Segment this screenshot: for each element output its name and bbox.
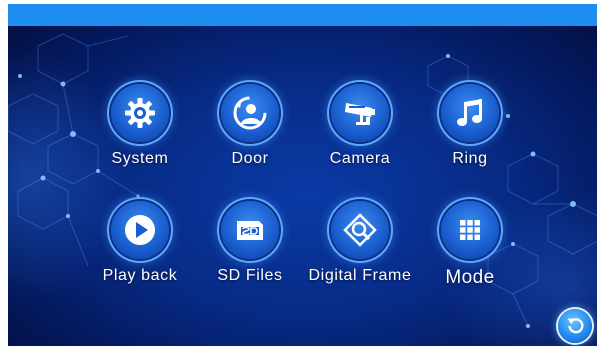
play-icon — [111, 201, 169, 259]
system-label: System — [111, 150, 169, 167]
sd-files-menu-item[interactable]: SD Files — [190, 201, 310, 285]
music-note-icon — [441, 84, 499, 142]
digital-frame-menu-item[interactable]: Digital Frame — [300, 201, 420, 285]
camera-menu-item[interactable]: Camera — [300, 84, 420, 168]
playback-label: Play back — [102, 267, 178, 284]
sd-files-label: SD Files — [217, 267, 283, 284]
grid-icon — [441, 201, 499, 259]
back-button[interactable] — [558, 309, 592, 343]
camera-label: Camera — [329, 150, 391, 167]
main-menu-screen: System Door Camera Ring Play back SD Fil… — [8, 26, 597, 346]
mode-label: Mode — [445, 267, 495, 288]
playback-menu-item[interactable]: Play back — [80, 201, 200, 285]
sd-card-icon — [221, 201, 279, 259]
door-menu-item[interactable]: Door — [190, 84, 310, 168]
system-menu-item[interactable]: System — [80, 84, 200, 168]
back-arrow-icon — [567, 318, 584, 334]
ring-menu-item[interactable]: Ring — [410, 84, 530, 168]
camera-icon — [331, 84, 389, 142]
ring-label: Ring — [452, 150, 488, 167]
photo-frame-icon — [331, 201, 389, 259]
top-status-bar — [8, 4, 597, 26]
digital-frame-label: Digital Frame — [308, 267, 412, 284]
mode-menu-item[interactable]: Mode — [410, 201, 530, 289]
gear-icon — [111, 84, 169, 142]
hex-network-decoration — [8, 33, 597, 328]
door-label: Door — [231, 150, 269, 167]
door-user-icon — [221, 84, 279, 142]
